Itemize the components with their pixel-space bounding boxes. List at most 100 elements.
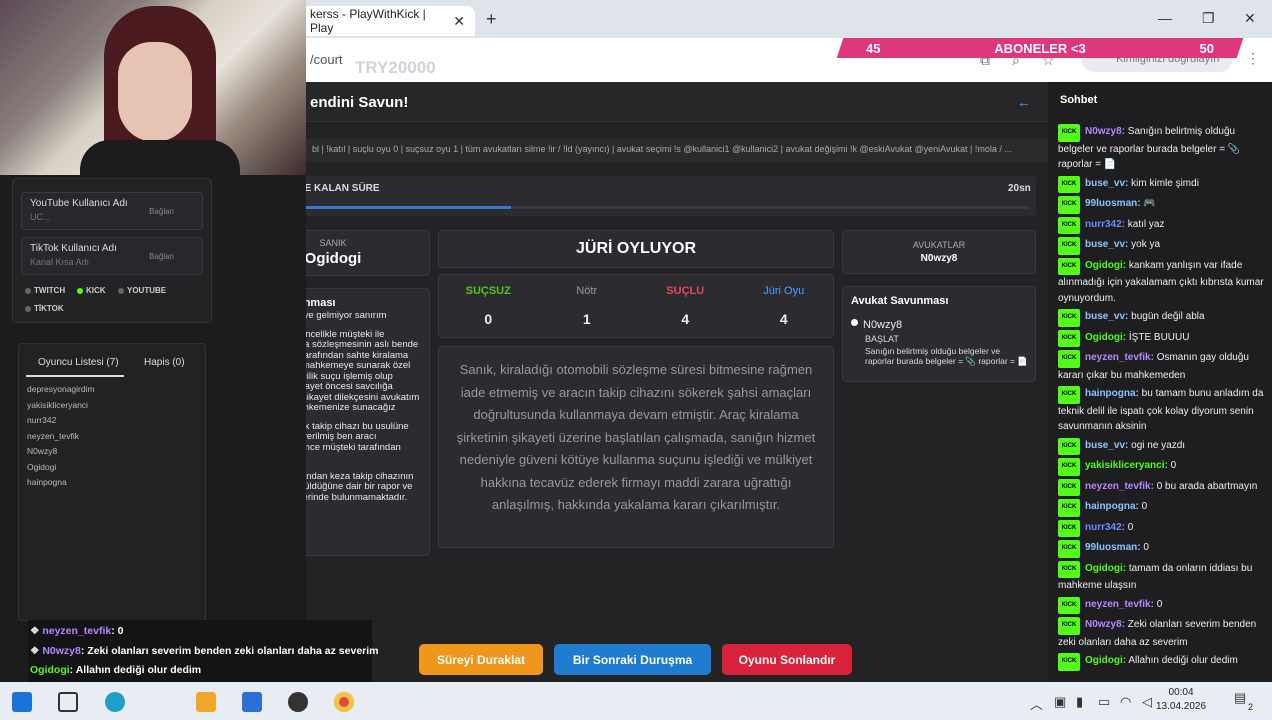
chat-text: ogi ne yazdı xyxy=(1128,439,1186,451)
chat-text: katıl yaz xyxy=(1125,218,1165,230)
platform-youtube[interactable]: YOUTUBE xyxy=(118,286,166,295)
tray-app-icon[interactable]: ▣ xyxy=(1054,694,1066,710)
status-dot-icon xyxy=(77,287,83,294)
chat-username[interactable]: yakisikliceryanci: xyxy=(1085,460,1168,471)
chat-username[interactable]: nurr342: xyxy=(1085,219,1125,230)
lawyers-card: AVUKATLAR N0wzy8 xyxy=(842,230,1036,274)
chat-text: bugün değil abla xyxy=(1128,311,1205,322)
microphone-icon[interactable]: ▮ xyxy=(1076,694,1083,710)
vote-count: 0 xyxy=(484,311,493,327)
overlay-text: : Zeki olanları severim benden zeki olan… xyxy=(80,645,379,657)
youtube-connect-button[interactable]: Bağlan xyxy=(149,207,174,216)
restore-icon[interactable]: ❐ xyxy=(1202,10,1215,27)
close-tab-icon[interactable]: ✕ xyxy=(453,13,465,30)
chat-message: KICK 99luosman: 🎮 xyxy=(1058,196,1264,214)
tiktok-field[interactable]: TikTok Kullanıcı Adı Kanal Kısa Adı Bağl… xyxy=(21,237,203,275)
vote-neutral: Nötr 1 xyxy=(547,285,627,327)
edge-icon[interactable] xyxy=(105,692,125,712)
notification-icon[interactable]: ▤ xyxy=(1234,690,1246,706)
close-window-icon[interactable]: ✕ xyxy=(1244,10,1256,27)
outlook-icon[interactable] xyxy=(242,692,262,712)
kick-badge-icon: KICK xyxy=(1058,437,1080,455)
chat-message: KICK hainpogna: 0 xyxy=(1058,499,1264,517)
chat-username[interactable]: N0wzy8: xyxy=(1085,126,1125,137)
chat-username[interactable]: 99luosman: xyxy=(1085,198,1141,209)
chat-text: 0 xyxy=(1138,501,1148,512)
tray-chevron-icon[interactable]: ︿ xyxy=(1030,694,1043,713)
lawyer-defense: Avukat Savunması N0wzy8 BAŞLAT Sanığın b… xyxy=(842,286,1036,382)
address-url[interactable]: /court xyxy=(310,52,343,67)
chat-message: KICK buse_vv: ogi ne yazdı xyxy=(1058,437,1264,455)
tiktok-connect-button[interactable]: Bağlan xyxy=(149,252,174,261)
youtube-input[interactable]: UC... xyxy=(30,212,51,222)
platform-twitch[interactable]: TWITCH xyxy=(25,286,65,295)
kick-badge-icon: KICK xyxy=(1058,499,1080,517)
chat-username[interactable]: Ogidogi: xyxy=(1085,655,1126,666)
new-tab-icon[interactable]: + xyxy=(486,9,497,30)
start-icon[interactable] xyxy=(12,692,32,712)
kick-badge-icon: KICK xyxy=(1058,124,1080,142)
platform-kick[interactable]: KICK xyxy=(77,286,106,295)
obs-icon[interactable] xyxy=(288,692,308,712)
volume-icon[interactable]: ◁ xyxy=(1142,694,1152,710)
subscriber-goal: 50 xyxy=(1199,40,1214,56)
wifi-icon[interactable]: ◠ xyxy=(1120,694,1131,710)
lawyer-defense-name: N0wzy8 xyxy=(863,319,903,331)
chat-username[interactable]: neyzen_tevfik: xyxy=(1085,481,1154,492)
chat-username[interactable]: buse_vv: xyxy=(1085,311,1128,322)
chat-username[interactable]: buse_vv: xyxy=(1085,178,1128,189)
browser-tab[interactable]: kerss - PlayWithKick | Play ✕ xyxy=(300,6,475,36)
overlay-ghost-text: TRY20000 xyxy=(355,58,436,77)
chat-message: KICK neyzen_tevfik: 0 bu arada abartmayın xyxy=(1058,478,1264,496)
platform-tiktok[interactable]: TİKTOK xyxy=(25,304,64,313)
chat-message: KICK Ogidogi: İŞTE BUUUU xyxy=(1058,329,1264,347)
chat-username[interactable]: 99luosman: xyxy=(1085,542,1141,553)
jury-status: JÜRİ OYLUYOR xyxy=(438,230,834,268)
chat-text: 0 xyxy=(1125,521,1134,533)
youtube-field[interactable]: YouTube Kullanıcı Adı UC... Bağlan xyxy=(21,192,203,230)
timer-value: 20sn xyxy=(1008,183,1031,194)
chat-text: 🎮 xyxy=(1140,198,1156,209)
battery-icon[interactable]: ▭ xyxy=(1098,694,1110,710)
back-arrow-icon[interactable]: ← xyxy=(1017,94,1031,110)
chat-message: KICK N0wzy8: Zeki olanları severim benden… xyxy=(1058,617,1264,650)
chat-username[interactable]: Ogidogi: xyxy=(1085,260,1126,271)
chat-text: 0 bu arada abartmayın xyxy=(1153,480,1258,492)
menu-icon[interactable]: ⋮ xyxy=(1246,50,1260,67)
chat-username[interactable]: Ogidogi: xyxy=(1085,332,1126,343)
overlay-message: ❖ N0wzy8: Zeki olanları severim benden z… xyxy=(30,645,379,657)
tab-jail[interactable]: Hapis (0) xyxy=(144,357,185,368)
notification-count: 2 xyxy=(1248,702,1254,712)
chat-username[interactable]: neyzen_tevfik: xyxy=(1085,352,1154,363)
task-view-icon[interactable] xyxy=(58,692,78,712)
minimize-icon[interactable]: — xyxy=(1158,10,1172,26)
tiktok-input[interactable]: Kanal Kısa Adı xyxy=(30,257,89,267)
pause-timer-button[interactable]: Süreyi Duraklat xyxy=(419,644,543,675)
chat-username[interactable]: neyzen_tevfik: xyxy=(1085,599,1154,610)
end-game-button[interactable]: Oyunu Sonlandır xyxy=(722,644,852,675)
chat-username[interactable]: nurr342: xyxy=(1085,522,1125,533)
store-icon[interactable] xyxy=(196,692,216,712)
tab-player-list[interactable]: Oyuncu Listesi (7) xyxy=(38,357,119,368)
app-header xyxy=(306,82,1048,122)
chat-username[interactable]: Ogidogi: xyxy=(1085,563,1126,574)
case-story: Sanık, kiraladığı otomobili sözleşme sür… xyxy=(438,346,834,548)
next-hearing-button[interactable]: Bir Sonraki Duruşma xyxy=(554,644,711,675)
vote-label: Jüri Oyu xyxy=(763,285,805,297)
subscriber-goal-label: ABONELER <3 xyxy=(994,40,1086,56)
chat-username[interactable]: buse_vv: xyxy=(1085,239,1128,250)
chat-message: KICK nurr342: 0 xyxy=(1058,519,1264,537)
lawyer-name: N0wzy8 xyxy=(920,253,958,264)
chat-username[interactable]: hainpogna: xyxy=(1085,388,1139,399)
taskbar-clock[interactable]: 00:04 13.04.2026 xyxy=(1156,686,1206,714)
kick-badge-icon: KICK xyxy=(1058,458,1080,476)
overlay-text: : Allahın dediği olur dedim xyxy=(69,664,202,676)
chat-username[interactable]: N0wzy8: xyxy=(1085,619,1125,630)
chat-username[interactable]: buse_vv: xyxy=(1085,440,1128,451)
radio-dot-icon[interactable] xyxy=(851,319,858,326)
lawyer-defense-status: BAŞLAT xyxy=(865,334,899,344)
chrome-icon[interactable] xyxy=(334,692,354,712)
clock-date: 13.04.2026 xyxy=(1156,701,1207,712)
chat-messages[interactable]: KICK N0wzy8: Sanığın belirtmiş olduğu bel… xyxy=(1058,124,1264,672)
chat-username[interactable]: hainpogna: xyxy=(1085,501,1139,512)
